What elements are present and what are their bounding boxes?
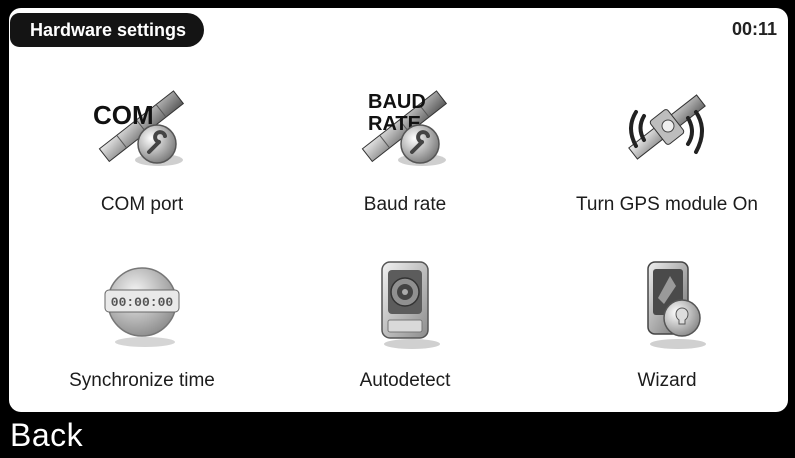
svg-text:00:00:00: 00:00:00 bbox=[111, 295, 174, 310]
wizard-device-lightbulb-icon bbox=[647, 261, 706, 349]
svg-text:BAUD: BAUD bbox=[368, 91, 426, 113]
page-title: Hardware settings bbox=[10, 13, 205, 47]
turn-gps-module-on-button[interactable]: Turn GPS module On bbox=[552, 82, 782, 232]
wizard-button[interactable]: Wizard bbox=[552, 258, 782, 408]
bottom-bar bbox=[0, 412, 795, 455]
back-button[interactable]: Back bbox=[10, 412, 83, 455]
baud-rate-satellite-wrench-icon: BAUD RATE bbox=[361, 90, 448, 166]
baud-rate-label: Baud rate bbox=[363, 194, 447, 215]
autodetect-button[interactable]: Autodetect bbox=[290, 258, 520, 408]
synchronize-clock-icon: 00:00:00 bbox=[104, 267, 180, 347]
clock-display: 00:11 bbox=[731, 19, 777, 39]
turn-gps-module-on-label: Turn GPS module On bbox=[576, 194, 758, 215]
synchronize-time-button[interactable]: 00:00:00 Synchronize time bbox=[27, 258, 257, 408]
com-port-button[interactable]: COM COM port bbox=[27, 82, 257, 232]
com-port-label: COM port bbox=[100, 194, 184, 215]
baud-rate-button[interactable]: BAUD RATE Baud rate bbox=[290, 82, 520, 232]
wizard-label: Wizard bbox=[637, 370, 697, 391]
synchronize-time-label: Synchronize time bbox=[69, 370, 215, 391]
svg-text:COM: COM bbox=[93, 100, 154, 130]
gps-signal-satellite-icon bbox=[628, 94, 706, 160]
autodetect-device-target-icon bbox=[381, 261, 440, 349]
screen: Hardware settings 00:11 COM COM port BAU… bbox=[0, 0, 795, 455]
autodetect-label: Autodetect bbox=[359, 370, 451, 391]
com-port-satellite-wrench-icon: COM bbox=[93, 90, 185, 166]
